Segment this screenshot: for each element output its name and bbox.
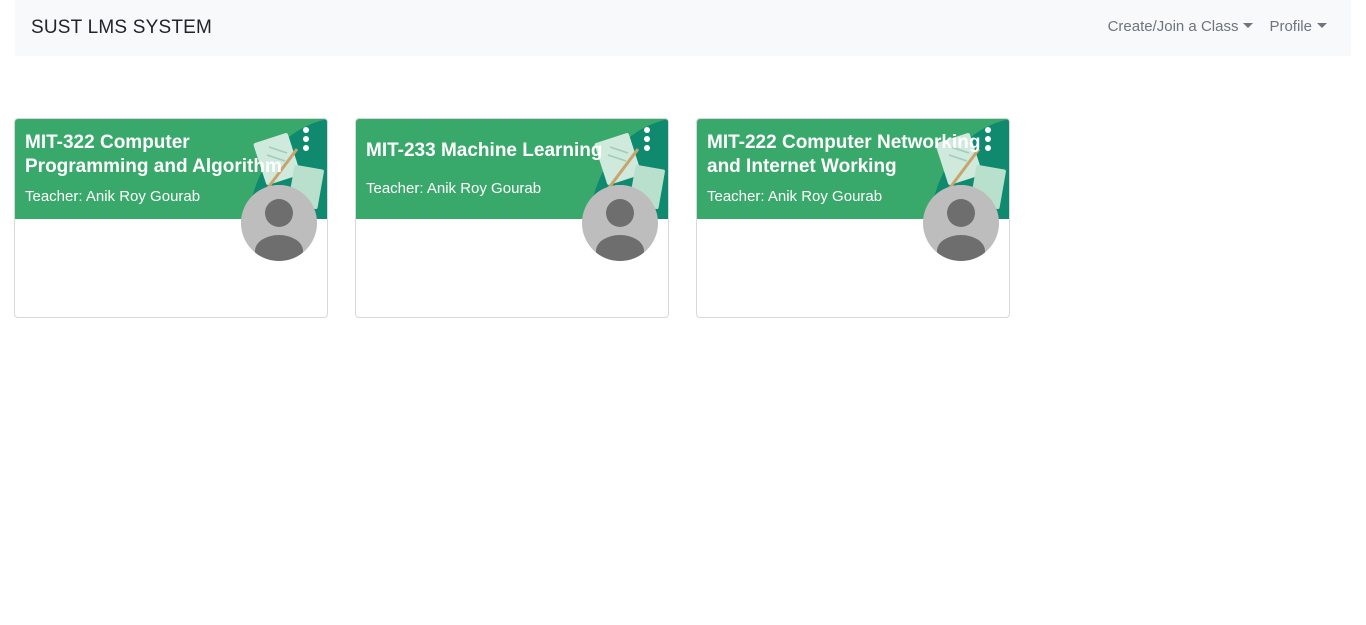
class-teacher: Teacher: Anik Roy Gourab — [707, 188, 883, 205]
class-title[interactable]: MIT-322 Computer Programming and Algorit… — [25, 131, 305, 179]
class-teacher: Teacher: Anik Roy Gourab — [366, 180, 542, 197]
caret-down-icon — [1243, 23, 1254, 28]
user-avatar-icon — [923, 185, 999, 261]
caret-down-icon — [1317, 23, 1327, 28]
class-teacher: Teacher: Anik Roy Gourab — [25, 188, 201, 205]
create-join-class-label: Create/Join a Class — [1107, 18, 1239, 35]
class-title[interactable]: MIT-233 Machine Learning — [366, 139, 646, 163]
top-navbar: SUST LMS SYSTEM Create/Join a Class Prof… — [15, 0, 1351, 56]
class-title[interactable]: MIT-222 Computer Networking and Internet… — [707, 131, 987, 179]
navbar-menu: Create/Join a Class Profile — [1108, 18, 1327, 35]
class-card[interactable]: MIT-222 Computer Networking and Internet… — [696, 118, 1010, 318]
create-join-class-dropdown[interactable]: Create/Join a Class — [1108, 18, 1254, 35]
more-vertical-icon[interactable] — [981, 127, 995, 151]
more-vertical-icon[interactable] — [640, 127, 654, 151]
brand-title[interactable]: SUST LMS SYSTEM — [31, 17, 212, 39]
class-card-list: MIT-322 Computer Programming and Algorit… — [14, 118, 1010, 318]
class-card[interactable]: MIT-233 Machine Learning Teacher: Anik R… — [355, 118, 669, 318]
profile-dropdown[interactable]: Profile — [1269, 18, 1327, 35]
profile-label: Profile — [1269, 18, 1312, 35]
user-avatar-icon — [582, 185, 658, 261]
class-card[interactable]: MIT-322 Computer Programming and Algorit… — [14, 118, 328, 318]
more-vertical-icon[interactable] — [299, 127, 313, 151]
user-avatar-icon — [241, 185, 317, 261]
